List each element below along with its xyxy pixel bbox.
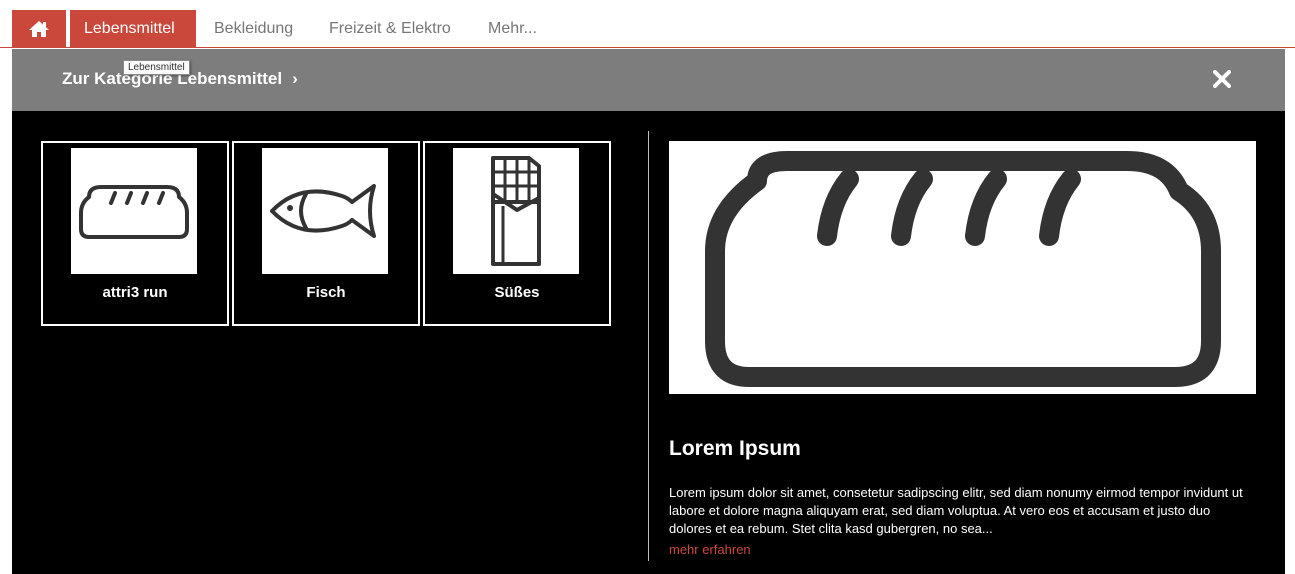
chevron-right-icon: › (292, 69, 298, 88)
preview-description: Lorem ipsum dolor sit amet, consetetur s… (669, 485, 1243, 536)
close-icon (1213, 70, 1231, 88)
tooltip: Lebensmittel (123, 60, 190, 75)
tab-lebensmittel[interactable]: Lebensmittel (70, 10, 196, 48)
tab-label: Mehr... (488, 20, 537, 37)
main-navigation: Lebensmittel Bekleidung Freizeit & Elekt… (0, 0, 1295, 48)
category-tile-fish[interactable]: Fisch (232, 141, 420, 326)
menu-content: attri3 run Fisch Süßes Lorem Ipsum Lorem… (12, 111, 1285, 574)
tab-label: Freizeit & Elektro (329, 20, 451, 37)
tile-image (71, 148, 197, 274)
more-info-link[interactable]: mehr erfahren (669, 542, 751, 557)
category-tile-sweets[interactable]: Süßes (423, 141, 611, 326)
category-header: Zur Kategorie Lebensmittel › (12, 49, 1285, 111)
tile-label: Süßes (494, 284, 540, 301)
preview-image (669, 141, 1256, 394)
tab-bekleidung[interactable]: Bekleidung (200, 10, 307, 48)
home-tab[interactable] (12, 10, 66, 48)
tile-label: Fisch (306, 284, 346, 301)
fish-icon (270, 184, 376, 238)
category-tile-bread[interactable]: attri3 run (41, 141, 229, 326)
close-button[interactable] (1209, 64, 1235, 94)
tile-image (262, 148, 388, 274)
tab-label: Bekleidung (214, 20, 294, 37)
tab-freizeit-elektro[interactable]: Freizeit & Elektro (315, 10, 465, 48)
bread-icon (79, 185, 189, 239)
tile-image (453, 148, 579, 274)
vertical-divider (648, 131, 649, 561)
tab-label: Lebensmittel (84, 20, 175, 37)
tile-label: attri3 run (102, 284, 168, 301)
chocolate-icon (491, 156, 541, 266)
bread-icon (705, 151, 1221, 387)
home-icon (29, 21, 49, 37)
preview-title: Lorem Ipsum (669, 437, 801, 460)
tab-mehr[interactable]: Mehr... (474, 10, 551, 48)
